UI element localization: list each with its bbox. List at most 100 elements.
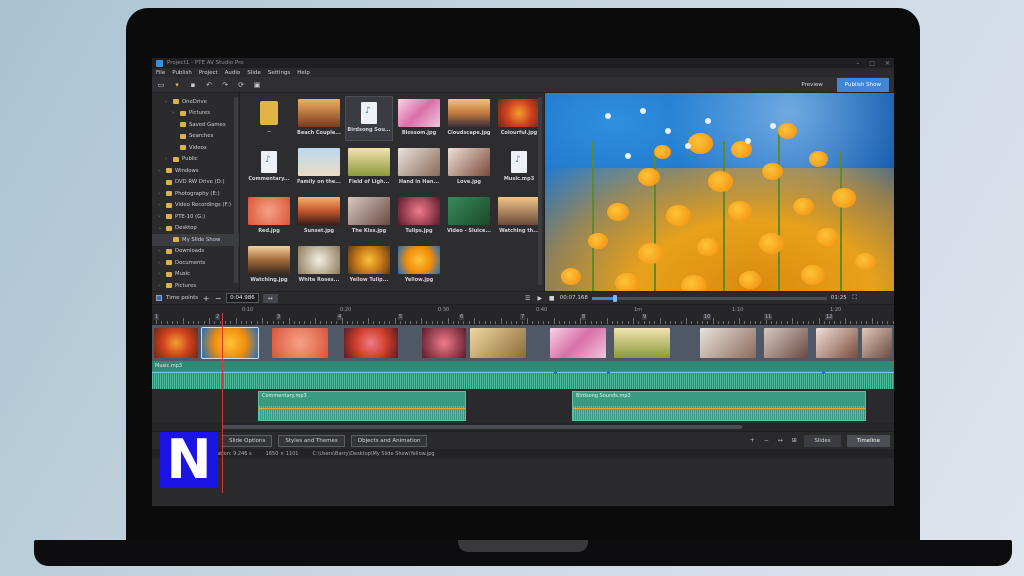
file-item[interactable]: Yellow.jpg	[396, 244, 442, 287]
display-icon[interactable]: ▣	[253, 81, 261, 89]
slide-number-marker[interactable]: 12	[825, 314, 834, 320]
tree-item[interactable]: › Pictures	[152, 280, 239, 292]
timeline-slide[interactable]	[154, 328, 198, 358]
music-track[interactable]: Music.mp3	[152, 361, 894, 389]
tree-expander-icon[interactable]: ›	[158, 260, 163, 266]
save-icon[interactable]: ▪	[189, 81, 197, 89]
menu-help[interactable]: Help	[297, 70, 310, 76]
playback-handle[interactable]	[613, 294, 617, 302]
timeline-slide[interactable]	[272, 328, 328, 358]
settings-icon[interactable]: ⊞	[790, 437, 798, 444]
tree-item[interactable]: › OneDrive	[152, 96, 239, 108]
tree-expander-icon[interactable]: ›	[172, 110, 177, 116]
envelope-point[interactable]	[554, 371, 557, 374]
tree-item[interactable]: › Public	[152, 154, 239, 166]
remove-time-point-button[interactable]: −	[214, 294, 222, 303]
tree-item[interactable]: › Documents	[152, 257, 239, 269]
timeline-slide[interactable]	[862, 328, 892, 358]
tree-item[interactable]: Saved Games	[152, 119, 239, 131]
tree-scrollbar[interactable]	[234, 97, 238, 283]
fullscreen-icon[interactable]: ⛶	[851, 294, 859, 302]
file-item[interactable]: Cloudscape.jpg	[446, 97, 492, 140]
time-points-checkbox[interactable]	[156, 295, 162, 301]
file-item[interactable]: Commentary...	[246, 146, 292, 189]
refresh-icon[interactable]: ⟳	[237, 81, 245, 89]
file-item[interactable]: Video - Sluice...	[446, 195, 492, 238]
slide-number-marker[interactable]: 1	[154, 314, 160, 320]
commentary-clip[interactable]: Commentary.mp3	[258, 391, 466, 421]
timeline-scrollbar[interactable]	[152, 423, 894, 431]
file-item[interactable]: White Roses...	[296, 244, 342, 287]
file-item[interactable]: Colourful.jpg	[496, 97, 542, 140]
tree-expander-icon[interactable]: ⌄	[158, 225, 163, 231]
tree-item[interactable]: › Music	[152, 269, 239, 281]
file-item[interactable]: Love.jpg	[446, 146, 492, 189]
slides-tab[interactable]: Slides	[804, 434, 841, 447]
tree-item[interactable]: › Downloads	[152, 246, 239, 258]
tree-item[interactable]: DVD RW Drive (D:)	[152, 177, 239, 189]
tree-item[interactable]: › PTE-10 (G:)	[152, 211, 239, 223]
envelope-point[interactable]	[607, 371, 610, 374]
tree-item[interactable]: › Video Recordings (F:)	[152, 200, 239, 212]
play-icon[interactable]: ▶	[536, 295, 544, 302]
timeline-slide[interactable]	[422, 328, 466, 358]
file-item[interactable]: Sunset.jpg	[296, 195, 342, 238]
slide-number-marker[interactable]: 9	[642, 314, 648, 320]
open-icon[interactable]: ▾	[173, 81, 181, 89]
file-item[interactable]: Blossom.jpg	[396, 97, 442, 140]
file-item[interactable]: Birdsong Sou...	[345, 96, 393, 141]
file-item[interactable]: ..	[246, 97, 292, 140]
slide-number-marker[interactable]: 11	[764, 314, 773, 320]
tree-item[interactable]: My Slide Show	[152, 234, 239, 246]
slide-number-marker[interactable]: 3	[276, 314, 282, 320]
timeline-slide[interactable]	[816, 328, 858, 358]
slide-preview[interactable]	[545, 93, 894, 291]
tree-expander-icon[interactable]: ›	[158, 202, 163, 208]
tree-expander-icon[interactable]: ›	[158, 248, 163, 254]
file-item[interactable]: Music.mp3	[496, 146, 542, 189]
timeline-slide[interactable]	[550, 328, 606, 358]
tree-item[interactable]: › Photography (E:)	[152, 188, 239, 200]
slide-number-marker[interactable]: 6	[459, 314, 465, 320]
file-item[interactable]: Watching th...	[496, 195, 542, 238]
slide-number-marker[interactable]: 8	[581, 314, 587, 320]
objects-animation-button[interactable]: Objects and Animation	[350, 434, 428, 447]
file-item[interactable]: Tulips.jpg	[396, 195, 442, 238]
menu-file[interactable]: File	[156, 70, 165, 76]
tree-expander-icon[interactable]: ›	[158, 271, 163, 277]
playhead[interactable]	[222, 313, 223, 493]
timeline-slide[interactable]	[700, 328, 756, 358]
time-point-apply-button[interactable]: ↔	[262, 293, 278, 303]
browser-scrollbar[interactable]	[538, 97, 542, 285]
tree-expander-icon[interactable]: ›	[158, 191, 163, 197]
tree-item[interactable]: › Windows	[152, 165, 239, 177]
playback-progress[interactable]	[591, 294, 827, 302]
slide-number-marker[interactable]: 2	[215, 314, 221, 320]
file-item[interactable]: Red.jpg	[246, 195, 292, 238]
slide-number-marker[interactable]: 5	[398, 314, 404, 320]
menu-project[interactable]: Project	[199, 70, 218, 76]
maximize-icon[interactable]: □	[869, 60, 875, 67]
tree-item[interactable]: Searches	[152, 131, 239, 143]
timeline-slide[interactable]	[614, 328, 670, 358]
timeline-tab[interactable]: Timeline	[846, 434, 890, 447]
timeline-slide[interactable]	[201, 327, 259, 359]
file-item[interactable]: Yellow Tulip...	[346, 244, 392, 287]
styles-themes-button[interactable]: Styles and Themes	[278, 434, 345, 447]
time-point-input[interactable]: 0:04.986	[226, 293, 259, 303]
menu-slide[interactable]: Slide	[247, 70, 260, 76]
envelope-point[interactable]	[822, 371, 825, 374]
stop-icon[interactable]: ■	[548, 295, 556, 302]
timeline-slide[interactable]	[344, 328, 398, 358]
file-item[interactable]: Field of Ligh...	[346, 146, 392, 189]
timeline-ruler[interactable]: 0:10 0:20 0:30 0:40 1m 1:10 1:20 1 2 3 4 5 6 7 8 9 10 11 1…	[152, 305, 894, 325]
slide-number-marker[interactable]: 7	[520, 314, 526, 320]
fit-icon[interactable]: ↔	[776, 437, 784, 444]
minimize-icon[interactable]: –	[856, 60, 859, 67]
tree-expander-icon[interactable]: ›	[165, 156, 170, 162]
tree-expander-icon[interactable]: ›	[158, 168, 163, 174]
menu-settings[interactable]: Settings	[268, 70, 291, 76]
tree-expander-icon[interactable]: ›	[165, 99, 170, 105]
file-item[interactable]: Beach Couple...	[296, 97, 342, 140]
slide-number-marker[interactable]: 10	[703, 314, 712, 320]
